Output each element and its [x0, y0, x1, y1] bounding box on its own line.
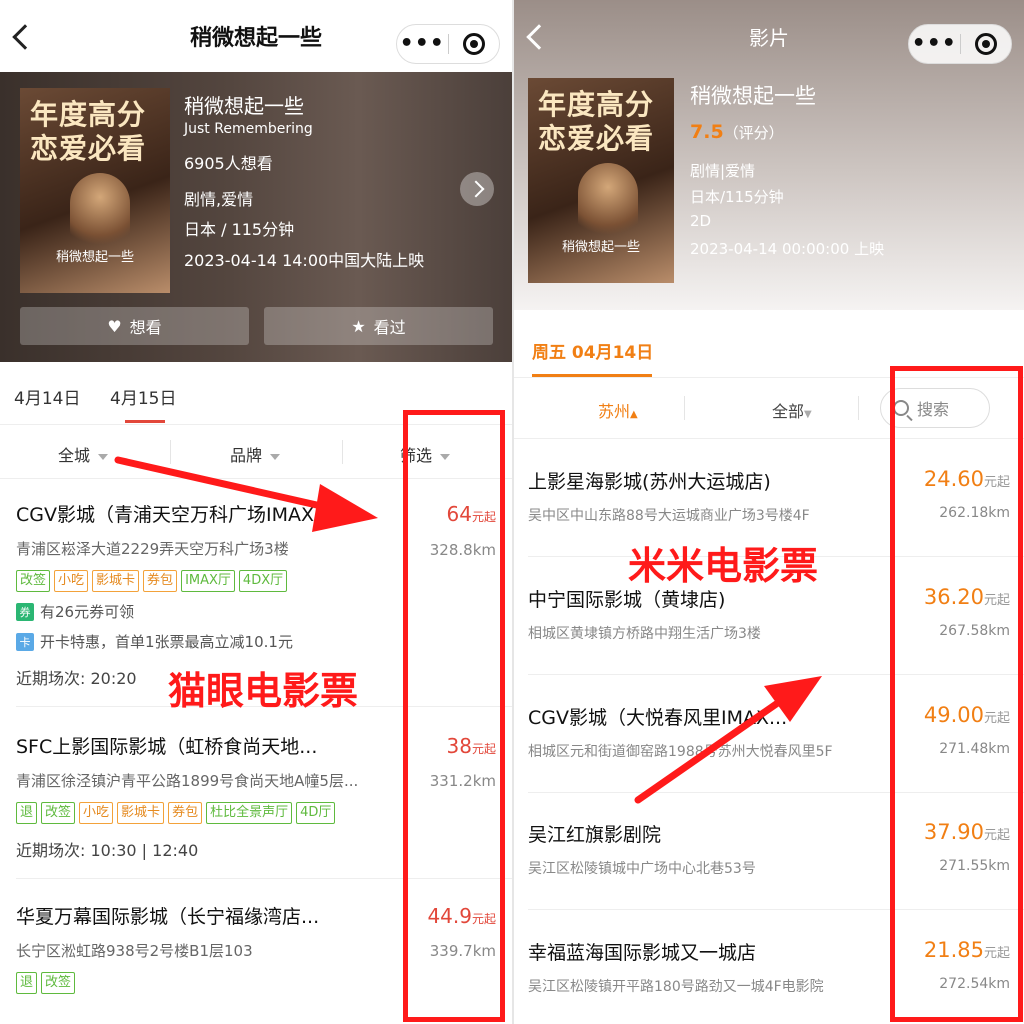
annotation-arrows — [114, 456, 822, 804]
arrow-right-head — [764, 676, 822, 722]
arrow-left-shaft — [114, 456, 334, 512]
arrow-left-head — [312, 484, 378, 532]
arrow-right-shaft — [634, 696, 786, 804]
